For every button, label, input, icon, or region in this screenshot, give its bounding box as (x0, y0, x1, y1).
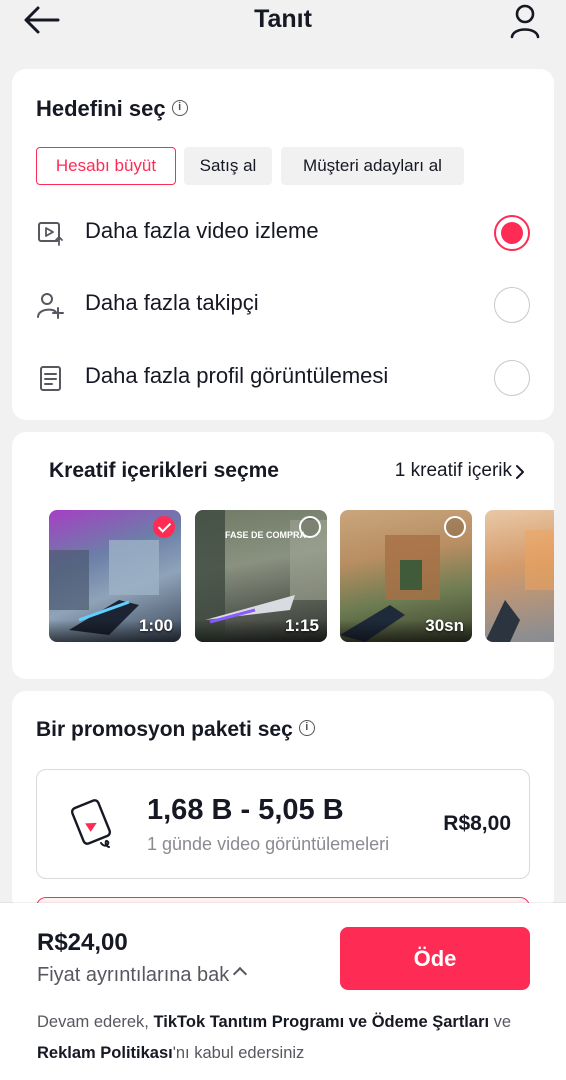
price-details-text: Fiyat ayrıntılarına bak (37, 964, 230, 986)
chip-get-leads[interactable]: Müşteri adayları al (281, 147, 464, 185)
pay-button[interactable]: Öde (340, 927, 530, 990)
goal-section-title: Hedefini seç i (36, 96, 188, 122)
package-views-range: 1,68 B - 5,05 B (147, 794, 344, 826)
terms-mid: ve (489, 1013, 512, 1031)
thumbnail-overlay-text: FASE DE COMPRA (225, 530, 307, 540)
chevron-right-icon[interactable] (514, 463, 526, 481)
info-icon[interactable]: i (298, 720, 315, 737)
creative-thumbnail[interactable] (485, 510, 554, 642)
radio-unselected[interactable] (494, 287, 530, 323)
package-subtitle: 1 günde video görüntülemeleri (147, 834, 390, 854)
terms-suffix: 'nı kabul edersiniz (172, 1044, 305, 1062)
profile-icon[interactable] (510, 3, 540, 39)
info-icon[interactable]: i (171, 100, 188, 117)
terms-program-link[interactable]: TikTok Tanıtım Programı ve Ödeme Şartlar… (153, 1013, 489, 1031)
option-label: Daha fazla video izleme (85, 218, 319, 243)
game-scene-icon (485, 530, 554, 642)
video-duration: 1:15 (284, 616, 319, 635)
terms-text: Devam ederek, TikTok Tanıtım Programı ve… (37, 1007, 537, 1069)
creative-card: Kreatif içerikleri seçme 1 kreatif içeri… (12, 432, 554, 679)
page-title: Tanıt (254, 5, 312, 33)
chip-get-sales[interactable]: Satış al (184, 147, 272, 185)
goal-card: Hedefini seç i Hesabı büyüt Satış al Müşt… (12, 69, 554, 420)
chevron-up-icon (233, 966, 248, 982)
option-label: Daha fazla takipçi (85, 290, 259, 315)
document-icon (40, 366, 61, 391)
goal-title-text: Hedefini seç (36, 96, 166, 121)
ad-policy-link[interactable]: Reklam Politikası (37, 1044, 173, 1062)
video-duration: 30sn (425, 616, 464, 635)
option-more-video-views[interactable]: Daha fazla video izleme (12, 203, 554, 263)
creative-section-title: Kreatif içerikleri seçme (49, 459, 279, 482)
unselected-circle-icon[interactable] (444, 516, 466, 538)
package-price: R$8,00 (443, 812, 511, 835)
radio-selected[interactable] (494, 215, 530, 251)
video-play-icon (38, 222, 63, 246)
top-bar: Tanıt (0, 0, 566, 50)
total-price: R$24,00 (37, 929, 128, 956)
option-more-profile-views[interactable]: Daha fazla profil görüntülemesi (12, 348, 554, 408)
package-option[interactable]: 1,68 B - 5,05 B 1 günde video görüntülem… (36, 769, 530, 879)
package-section-title: Bir promosyon paketi seç i (36, 718, 315, 742)
creative-thumbnails: 1:00 FASE DE COMPRA 1:15 30sn (49, 510, 554, 642)
price-details-link[interactable]: Fiyat ayrıntılarına bak (37, 964, 248, 987)
unselected-circle-icon[interactable] (299, 516, 321, 538)
video-card-icon (70, 799, 112, 848)
creative-thumbnail[interactable]: 1:00 (49, 510, 181, 642)
package-title-text: Bir promosyon paketi seç (36, 718, 293, 741)
checkout-bar: R$24,00 Fiyat ayrıntılarına bak Öde Deva… (0, 903, 566, 1080)
terms-prefix: Devam ederek, (37, 1013, 154, 1031)
creative-thumbnail[interactable]: FASE DE COMPRA 1:15 (195, 510, 327, 642)
package-card: Bir promosyon paketi seç i 1,68 B - 5,05 … (12, 691, 554, 911)
radio-unselected[interactable] (494, 360, 530, 396)
option-label: Daha fazla profil görüntülemesi (85, 363, 389, 388)
video-duration: 1:00 (138, 616, 173, 635)
add-person-icon (37, 293, 64, 319)
selected-check-icon[interactable] (153, 516, 175, 538)
promote-page: Tanıt Hedefini seç i Hesabı büyüt Satış a… (0, 0, 566, 1080)
option-more-followers[interactable]: Daha fazla takipçi (12, 275, 554, 335)
chip-grow-account[interactable]: Hesabı büyüt (36, 147, 176, 185)
creative-count-link[interactable]: 1 kreatif içerik (395, 460, 512, 482)
creative-thumbnail[interactable]: 30sn (340, 510, 472, 642)
